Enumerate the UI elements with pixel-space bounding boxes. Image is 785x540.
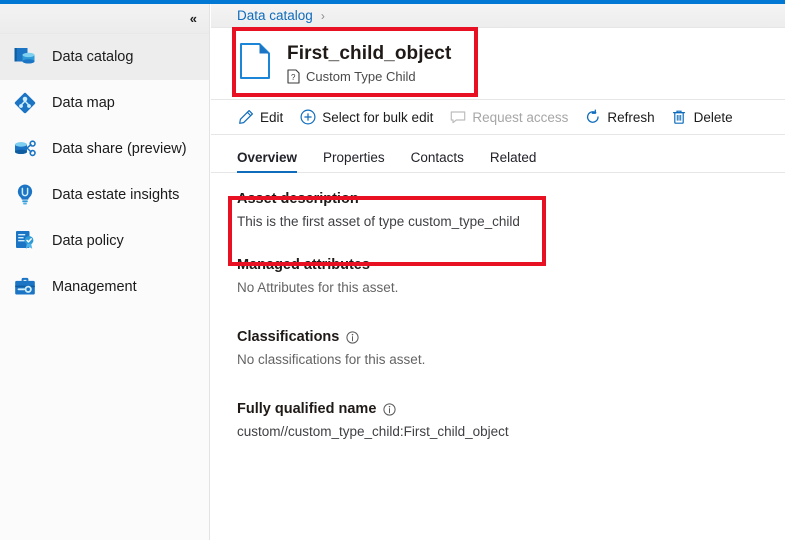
- tab-contacts[interactable]: Contacts: [411, 150, 464, 172]
- management-icon: [10, 272, 40, 302]
- plus-circle-icon: [299, 109, 316, 126]
- request-access-button: Request access: [449, 100, 568, 134]
- tab-related[interactable]: Related: [490, 150, 537, 172]
- main-content-region: Data catalog › First_child_object ?: [211, 4, 785, 540]
- asset-description-title: Asset description: [237, 191, 759, 207]
- data-policy-icon: [10, 226, 40, 256]
- info-icon[interactable]: [346, 331, 359, 344]
- edit-label: Edit: [260, 110, 283, 125]
- info-icon[interactable]: [383, 403, 396, 416]
- sidebar-item-label: Management: [52, 279, 137, 295]
- collapse-sidebar-icon[interactable]: «: [190, 12, 195, 25]
- managed-attributes-text: No Attributes for this asset.: [237, 280, 759, 295]
- data-catalog-icon: [10, 42, 40, 72]
- breadcrumb-item-data-catalog[interactable]: Data catalog: [237, 8, 313, 23]
- sidebar-item-label: Data map: [52, 95, 115, 111]
- breadcrumb-separator-icon: ›: [321, 9, 325, 23]
- sidebar-item-data-map[interactable]: Data map: [0, 80, 209, 126]
- asset-header-text: First_child_object ? Custom Type Child: [287, 43, 451, 84]
- command-bar: Edit Select for bulk edit Request a: [211, 100, 785, 135]
- select-for-bulk-edit-label: Select for bulk edit: [322, 110, 433, 125]
- sidebar-item-data-policy[interactable]: Data policy: [0, 218, 209, 264]
- sidebar-item-management[interactable]: Management: [0, 264, 209, 310]
- delete-button[interactable]: Delete: [671, 100, 733, 134]
- pencil-icon: [237, 109, 254, 126]
- classifications-text: No classifications for this asset.: [237, 352, 759, 367]
- asset-description-section: Asset description This is the first asse…: [237, 191, 759, 229]
- select-for-bulk-edit-button[interactable]: Select for bulk edit: [299, 100, 433, 134]
- fully-qualified-name-section: Fully qualified name custom//custom_type…: [237, 401, 759, 439]
- classifications-title: Classifications: [237, 329, 339, 345]
- sidebar-item-data-estate-insights[interactable]: Data estate insights: [0, 172, 209, 218]
- page-title: First_child_object: [287, 43, 451, 65]
- classifications-section: Classifications No classifications for t…: [237, 329, 759, 367]
- fully-qualified-name-title: Fully qualified name: [237, 401, 376, 417]
- refresh-button[interactable]: Refresh: [584, 100, 654, 134]
- tab-overview[interactable]: Overview: [237, 150, 297, 172]
- tab-properties[interactable]: Properties: [323, 150, 385, 172]
- data-share-icon: [10, 134, 40, 164]
- trash-icon: [671, 109, 688, 126]
- fully-qualified-name-title-row: Fully qualified name: [237, 401, 759, 417]
- sidebar-item-label: Data estate insights: [52, 187, 179, 203]
- asset-type-label: Custom Type Child: [306, 69, 416, 84]
- sidebar-item-data-catalog[interactable]: Data catalog: [0, 34, 209, 80]
- sidebar-item-label: Data share (preview): [52, 141, 187, 157]
- sidebar-nav-list: Data catalog Data map: [0, 34, 209, 310]
- request-access-label: Request access: [472, 110, 568, 125]
- purview-asset-page: « Data catalog: [0, 0, 785, 540]
- managed-attributes-title: Managed attributes: [237, 257, 759, 273]
- document-icon: [239, 42, 273, 85]
- left-navigation-sidebar: « Data catalog: [0, 4, 210, 540]
- overview-panel: Asset description This is the first asse…: [211, 173, 785, 439]
- classifications-title-row: Classifications: [237, 329, 759, 345]
- sidebar-collapse-row: «: [0, 4, 209, 34]
- svg-text:?: ?: [291, 73, 296, 82]
- asset-header: First_child_object ? Custom Type Child: [211, 28, 785, 100]
- tab-bar: Overview Properties Contacts Related: [211, 135, 785, 173]
- asset-type-row: ? Custom Type Child: [287, 69, 451, 84]
- fully-qualified-name-text: custom//custom_type_child:First_child_ob…: [237, 424, 759, 439]
- edit-button[interactable]: Edit: [237, 100, 283, 134]
- chat-icon: [449, 109, 466, 126]
- data-map-icon: [10, 88, 40, 118]
- refresh-label: Refresh: [607, 110, 654, 125]
- breadcrumb: Data catalog ›: [211, 4, 785, 28]
- asset-description-text: This is the first asset of type custom_t…: [237, 214, 759, 229]
- sidebar-item-label: Data policy: [52, 233, 124, 249]
- managed-attributes-section: Managed attributes No Attributes for thi…: [237, 257, 759, 295]
- delete-label: Delete: [694, 110, 733, 125]
- data-estate-insights-icon: [10, 180, 40, 210]
- sidebar-item-data-share[interactable]: Data share (preview): [0, 126, 209, 172]
- refresh-icon: [584, 109, 601, 126]
- sidebar-item-label: Data catalog: [52, 49, 133, 65]
- unknown-type-icon: ?: [287, 69, 300, 84]
